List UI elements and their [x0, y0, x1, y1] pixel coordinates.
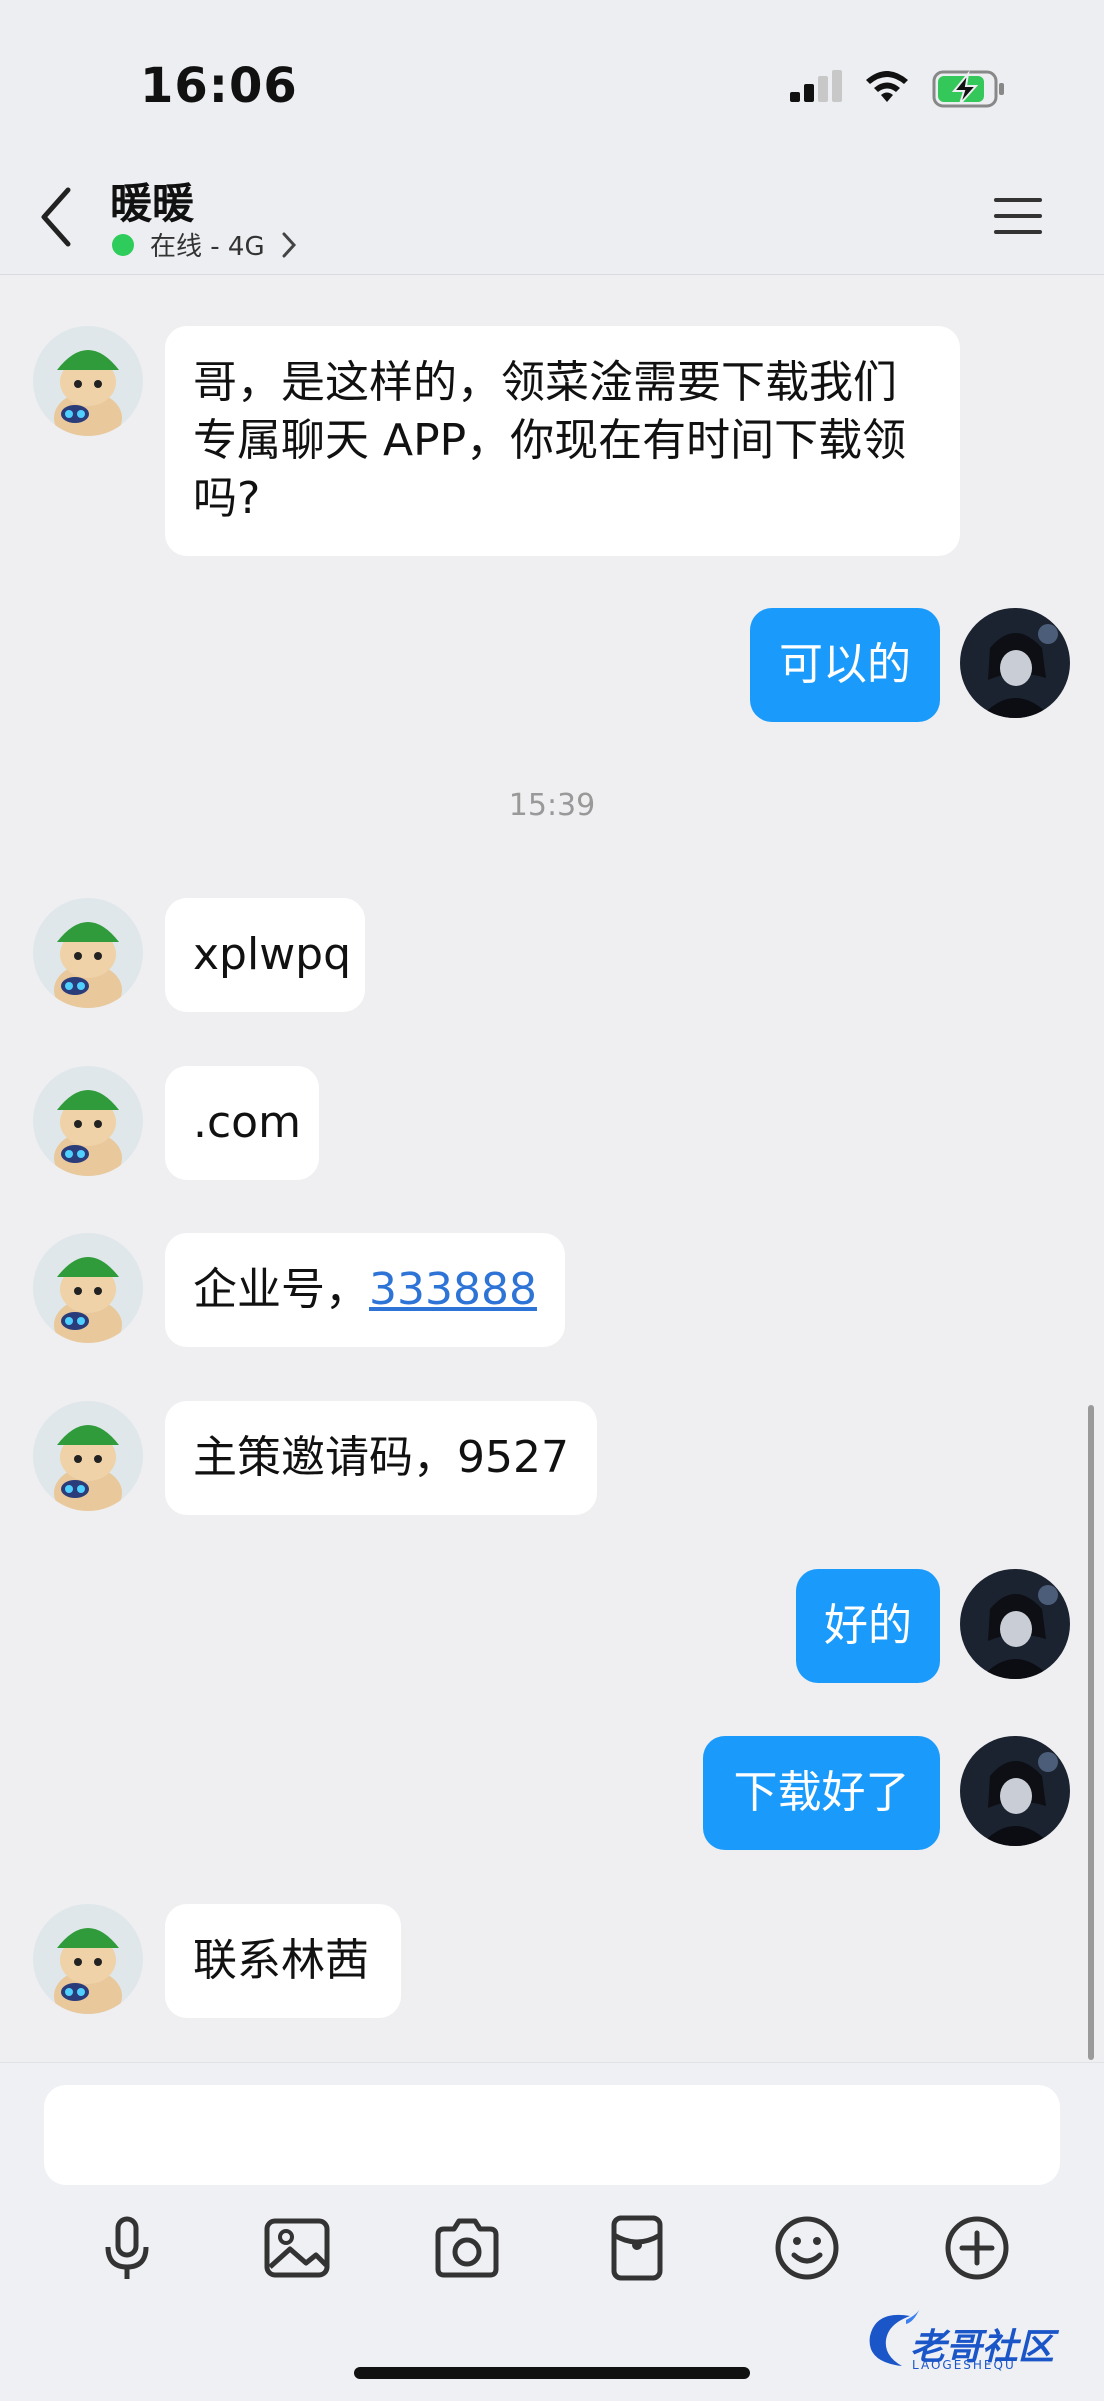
message-input[interactable]: [44, 2085, 1060, 2185]
status-bar: 16:06: [0, 0, 1104, 170]
cat-avatar-icon: [33, 898, 143, 1008]
user-avatar-icon: [960, 608, 1070, 718]
message-bubble-incoming[interactable]: 哥，是这样的，领菜淦需要下载我们专属聊天 APP，你现在有时间下载领吗?: [165, 326, 960, 556]
composer-toolbar: [0, 2213, 1104, 2303]
message-bubble-outgoing[interactable]: 下载好了: [703, 1736, 940, 1850]
message-bubble-incoming[interactable]: 主策邀请码，9527: [165, 1401, 597, 1515]
plus-icon[interactable]: [942, 2213, 1012, 2283]
wifi-icon: [866, 71, 908, 102]
home-indicator[interactable]: [354, 2367, 750, 2379]
phone-number-link[interactable]: 333888: [369, 1264, 537, 1315]
message-text: 可以的: [779, 639, 911, 690]
user-avatar-icon: [960, 1569, 1070, 1679]
contact-status[interactable]: 在线 - 4G: [112, 226, 299, 263]
message-text: 下载好了: [733, 1767, 910, 1818]
watermark-logo: 老哥社区 LAOGESHEQU: [862, 2304, 1094, 2376]
message-text: 哥，是这样的，领菜淦需要下载我们专属聊天 APP，你现在有时间下载领吗?: [193, 357, 907, 524]
contact-avatar[interactable]: [33, 1066, 143, 1176]
camera-icon[interactable]: [432, 2213, 502, 2283]
timestamp: 15:39: [508, 788, 596, 823]
contact-name[interactable]: 暖暖: [110, 170, 194, 231]
back-icon[interactable]: [36, 182, 76, 252]
contact-avatar[interactable]: [33, 1904, 143, 2014]
message-text: 主策邀请码，9527: [193, 1432, 569, 1483]
battery-charging-icon: [932, 70, 1004, 108]
chat-header: 暖暖 在线 - 4G: [0, 160, 1104, 275]
scrollbar[interactable]: [1088, 1405, 1094, 2060]
my-avatar[interactable]: [960, 1736, 1070, 1846]
contact-avatar[interactable]: [33, 1233, 143, 1343]
red-packet-icon[interactable]: [602, 2213, 672, 2283]
message-bubble-incoming[interactable]: .com: [165, 1066, 319, 1180]
message-bubble-incoming[interactable]: 联系林茜: [165, 1904, 401, 2018]
menu-icon[interactable]: [992, 194, 1044, 238]
my-avatar[interactable]: [960, 1569, 1070, 1679]
message-bubble-outgoing[interactable]: 好的: [796, 1569, 940, 1683]
cat-avatar-icon: [33, 1904, 143, 2014]
contact-avatar[interactable]: [33, 326, 143, 436]
message-text: .com: [193, 1097, 301, 1148]
message-bubble-incoming[interactable]: 企业号，333888: [165, 1233, 565, 1347]
status-time: 16:06: [140, 58, 298, 114]
contact-avatar[interactable]: [33, 898, 143, 1008]
cat-avatar-icon: [33, 1401, 143, 1511]
message-bubble-outgoing[interactable]: 可以的: [750, 608, 940, 722]
message-text: 好的: [824, 1600, 912, 1651]
emoji-icon[interactable]: [772, 2213, 842, 2283]
signal-icon: [790, 70, 842, 102]
cat-avatar-icon: [33, 1066, 143, 1176]
image-icon[interactable]: [262, 2213, 332, 2283]
my-avatar[interactable]: [960, 608, 1070, 718]
message-bubble-incoming[interactable]: xplwpq: [165, 898, 365, 1012]
online-dot: [112, 233, 134, 256]
message-text: 联系林茜: [193, 1935, 369, 1986]
message-list[interactable]: 哥，是这样的，领菜淦需要下载我们专属聊天 APP，你现在有时间下载领吗? 可以的…: [0, 275, 1104, 2065]
user-avatar-icon: [960, 1736, 1070, 1846]
message-text: 企业号，: [193, 1264, 369, 1315]
cat-avatar-icon: [33, 326, 143, 436]
chevron-right-icon: [282, 232, 296, 257]
watermark-subtext: LAOGESHEQU: [912, 2358, 1016, 2372]
contact-status-text: 在线 - 4G: [150, 232, 265, 262]
message-text: xplwpq: [193, 929, 352, 980]
cat-avatar-icon: [33, 1233, 143, 1343]
microphone-icon[interactable]: [92, 2213, 162, 2283]
contact-avatar[interactable]: [33, 1401, 143, 1511]
